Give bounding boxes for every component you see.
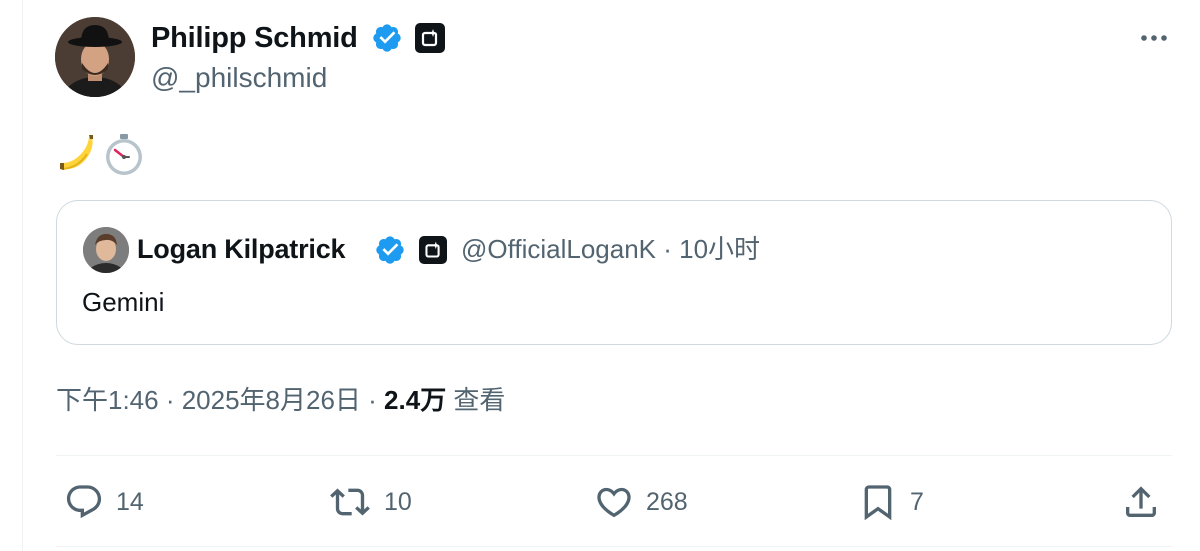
reply-count: 14 <box>116 488 144 516</box>
views-count[interactable]: 2.4万 <box>384 385 446 415</box>
like-count: 268 <box>646 488 688 516</box>
author-name[interactable]: Philipp Schmid <box>151 20 358 56</box>
share-button[interactable] <box>1121 480 1161 524</box>
tweet-meta: 下午1:46 · 2025年8月26日 · 2.4万 查看 <box>56 383 505 417</box>
more-options-button[interactable] <box>1136 26 1172 50</box>
divider <box>56 546 1172 547</box>
bookmark-button[interactable]: 7 <box>858 480 924 524</box>
like-button[interactable]: 268 <box>594 480 688 524</box>
more-horizontal-icon <box>1141 35 1167 41</box>
reply-bubble-icon <box>66 485 102 519</box>
retweet-count: 10 <box>384 488 412 516</box>
quoted-author-avatar[interactable] <box>83 227 129 273</box>
quoted-tweet-text: Gemini <box>82 287 165 317</box>
banana-emoji <box>60 135 93 170</box>
retweet-icon <box>330 488 370 516</box>
author-handle[interactable]: @_philschmid <box>151 60 327 96</box>
heart-icon <box>597 487 631 518</box>
reply-button[interactable]: 14 <box>64 480 144 524</box>
retweet-button[interactable]: 10 <box>328 480 412 524</box>
quoted-handle-time[interactable]: @OfficialLoganK · 10小时 <box>461 232 760 266</box>
affiliation-badge-icon[interactable] <box>419 236 447 264</box>
bookmark-count: 7 <box>910 488 924 516</box>
tweet-text <box>58 133 146 177</box>
tweet-timestamp[interactable]: 下午1:46 · 2025年8月26日 · <box>56 385 384 415</box>
stopwatch-emoji <box>106 134 142 175</box>
affiliation-badge-icon[interactable] <box>415 23 445 53</box>
bookmark-icon <box>864 485 892 521</box>
quoted-tweet-card[interactable]: Logan Kilpatrick @OfficialLoganK · 10小时 … <box>56 200 1172 345</box>
timeline-border <box>22 0 23 551</box>
views-label: 查看 <box>446 385 506 415</box>
quoted-author-name[interactable]: Logan Kilpatrick <box>137 232 346 266</box>
verified-badge-icon <box>373 24 401 52</box>
author-avatar[interactable] <box>55 17 135 97</box>
share-upload-icon <box>1126 486 1156 517</box>
verified-badge-icon <box>376 236 404 264</box>
divider <box>56 455 1172 456</box>
